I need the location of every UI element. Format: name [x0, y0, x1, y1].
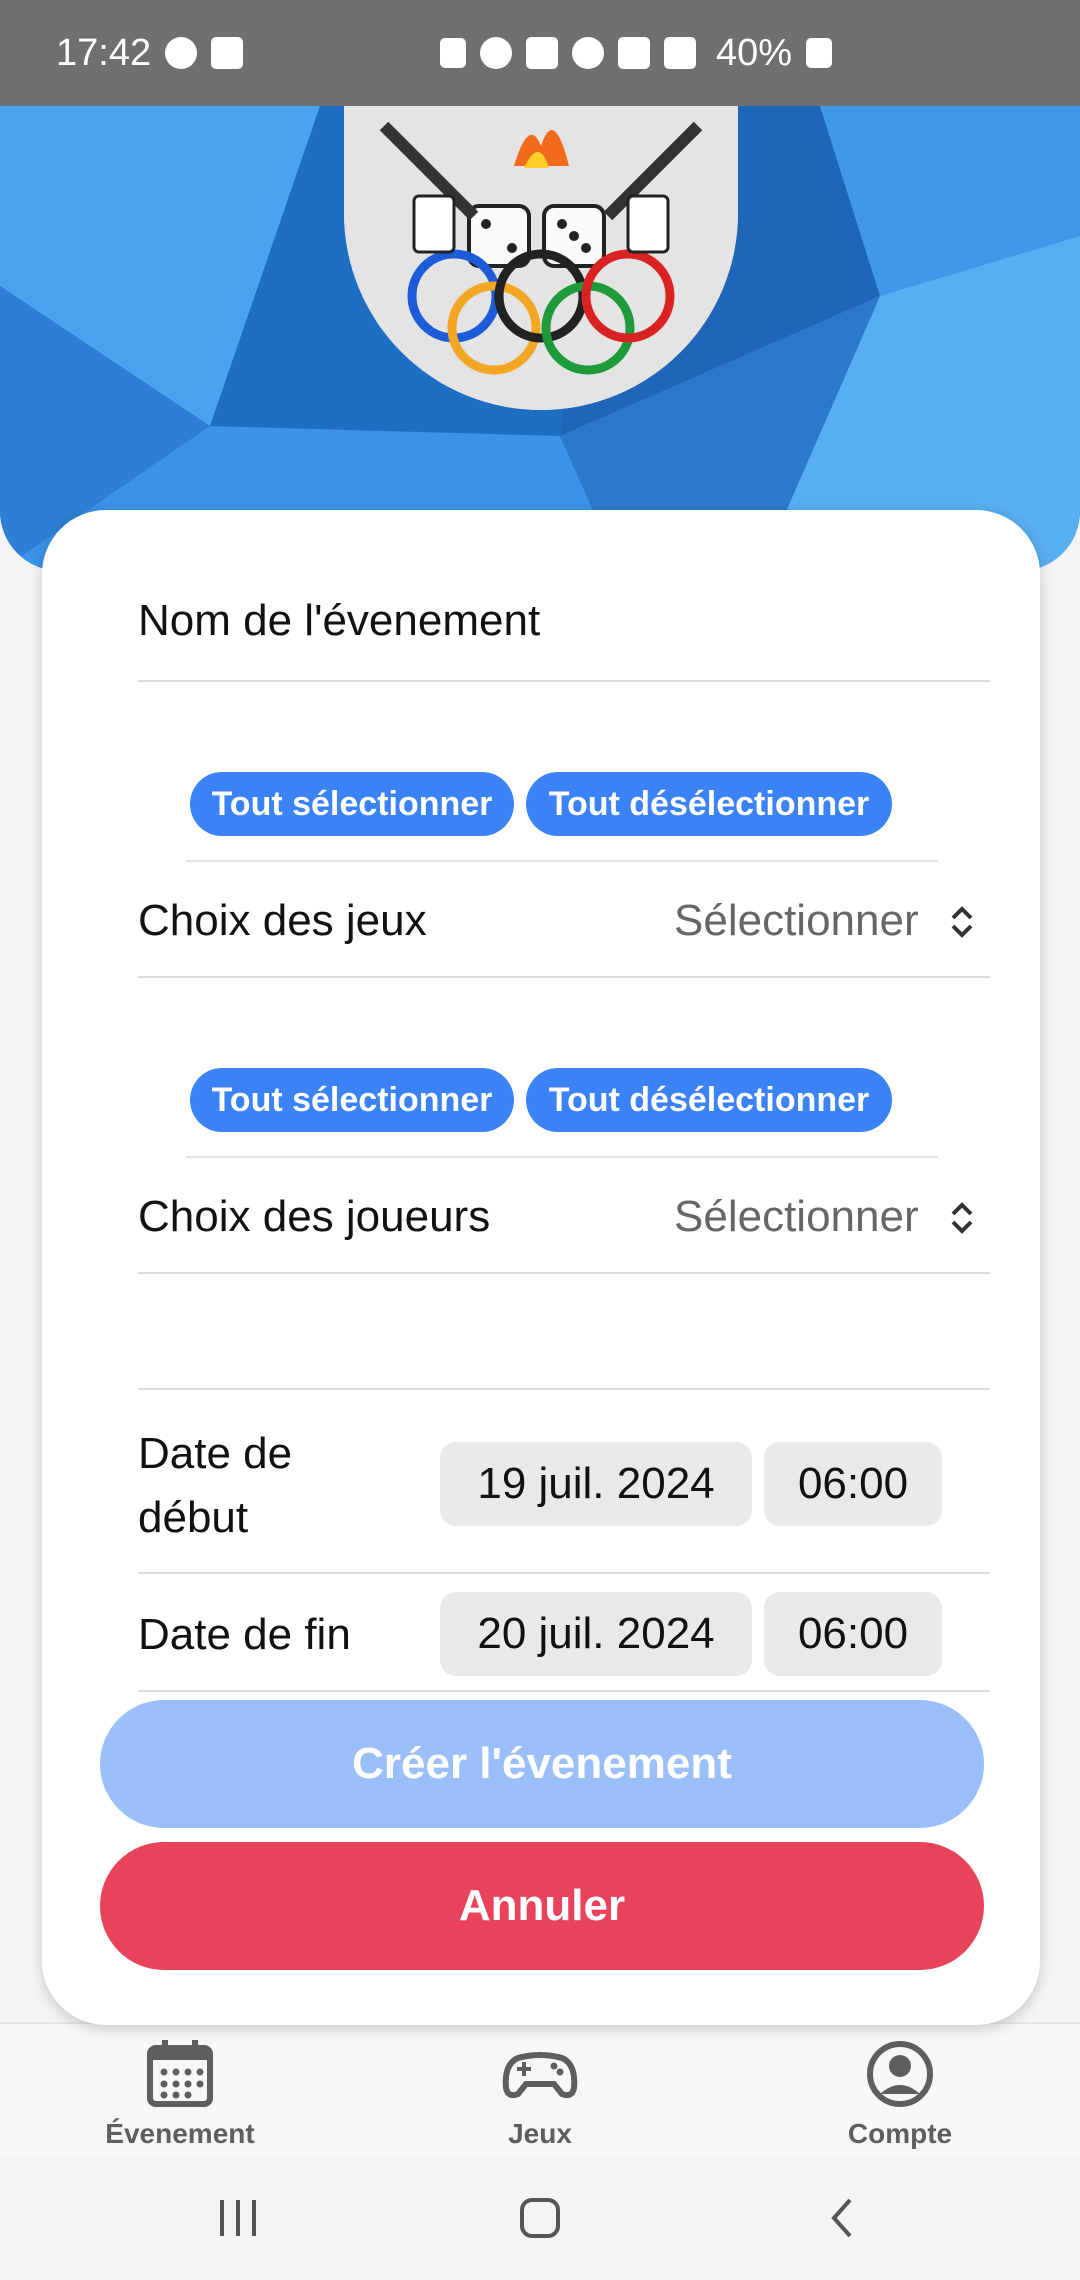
chevron-up-down-icon — [951, 906, 973, 938]
players-label: Choix des joueurs — [138, 1192, 491, 1241]
mute-icon — [526, 37, 558, 69]
games-label: Choix des jeux — [138, 896, 427, 945]
start-date-label: Date de début — [138, 1429, 293, 1542]
empty-row — [138, 1276, 990, 1390]
players-deselect-all-button[interactable]: Tout désélectionner — [526, 1068, 892, 1132]
gallery-icon — [211, 37, 244, 69]
tab-label: Compte — [847, 2118, 953, 2149]
messenger-icon — [165, 37, 198, 69]
hotspot-icon — [572, 37, 604, 69]
status-time: 17:42 — [56, 31, 152, 74]
network-4g-icon — [618, 37, 650, 69]
battery-percent: 40% — [716, 31, 793, 74]
games-select-row[interactable]: Choix des jeux Sélectionner — [138, 862, 990, 978]
players-select-row[interactable]: Choix des joueurs Sélectionner — [138, 1158, 990, 1274]
chevron-up-down-icon — [951, 1202, 973, 1234]
battery-saver-icon — [440, 38, 466, 68]
account-icon — [867, 2041, 933, 2107]
end-date-picker[interactable]: 20 juil. 2024 — [440, 1592, 752, 1676]
event-name-field[interactable]: Nom de l'évenement — [138, 554, 990, 682]
back-icon[interactable] — [812, 2188, 872, 2248]
start-date-picker[interactable]: 19 juil. 2024 — [440, 1442, 752, 1526]
games-deselect-all-button[interactable]: Tout désélectionner — [526, 772, 892, 836]
app-logo — [344, 106, 738, 410]
signal-icon — [664, 37, 696, 69]
tab-compte[interactable]: Compte — [780, 2034, 1020, 2150]
home-icon[interactable] — [510, 2188, 570, 2248]
calendar-icon — [147, 2040, 213, 2107]
tab-evenement[interactable]: Évenement — [60, 2034, 300, 2150]
start-date-row: Date de début 19 juil. 2024 06:00 — [138, 1392, 990, 1574]
gamepad-icon — [502, 2052, 578, 2099]
bottom-tab-bar: Évenement Jeux Compte — [0, 2022, 1080, 2158]
games-select-all-button[interactable]: Tout sélectionner — [190, 772, 514, 836]
recents-icon[interactable] — [208, 2188, 268, 2248]
tab-label: Jeux — [508, 2118, 572, 2149]
players-select-value[interactable]: Sélectionner — [674, 1192, 919, 1242]
hero-banner — [0, 106, 1080, 571]
create-event-button[interactable]: Créer l'évenement — [100, 1700, 984, 1828]
end-date-row: Date de fin 20 juil. 2024 06:00 — [138, 1576, 990, 1692]
battery-icon — [806, 38, 833, 68]
tab-jeux[interactable]: Jeux — [420, 2034, 660, 2150]
event-form-card: Nom de l'évenement Tout sélectionner Tou… — [42, 510, 1040, 2025]
end-time-picker[interactable]: 06:00 — [764, 1592, 942, 1676]
cancel-button[interactable]: Annuler — [100, 1842, 984, 1970]
event-name-input[interactable]: Nom de l'évenement — [138, 596, 540, 646]
alarm-icon — [480, 37, 512, 69]
end-date-label: Date de fin — [138, 1610, 351, 1659]
system-navigation-bar — [0, 2158, 1080, 2280]
status-bar: 17:42 40% — [0, 0, 1080, 106]
games-select-value[interactable]: Sélectionner — [674, 896, 919, 946]
players-select-all-button[interactable]: Tout sélectionner — [190, 1068, 514, 1132]
start-time-picker[interactable]: 06:00 — [764, 1442, 942, 1526]
tab-label: Évenement — [105, 2118, 255, 2149]
